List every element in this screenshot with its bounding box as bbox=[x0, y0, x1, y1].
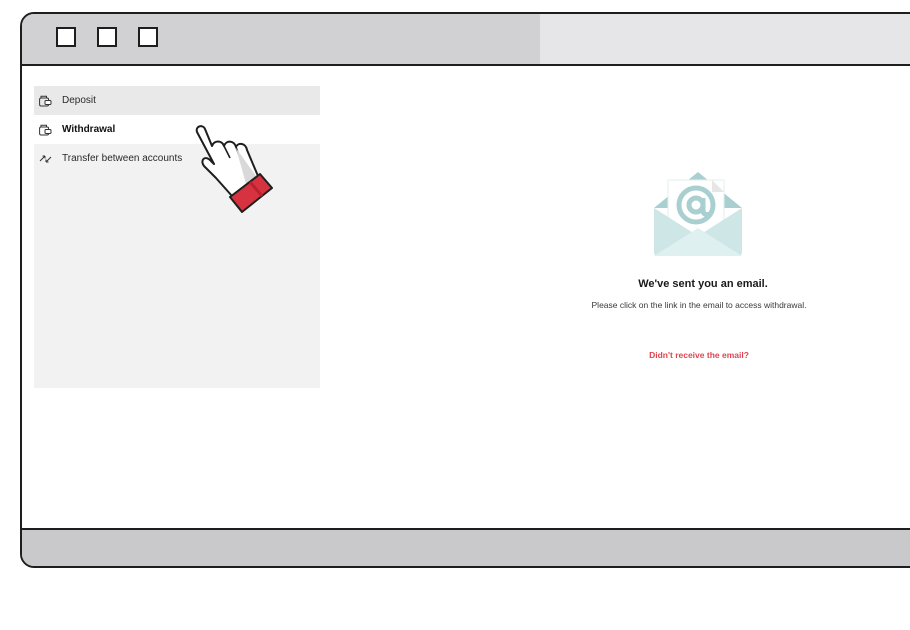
address-area bbox=[540, 14, 910, 64]
confirmation-subtitle: Please click on the link in the email to… bbox=[591, 300, 807, 310]
window-button-2[interactable] bbox=[97, 27, 117, 47]
sidebar-item-label: Deposit bbox=[62, 95, 96, 106]
main-content: We've sent you an email. Please click on… bbox=[320, 66, 910, 528]
window-button-1[interactable] bbox=[56, 27, 76, 47]
pointing-hand-cursor-icon bbox=[195, 125, 273, 213]
status-bar bbox=[22, 528, 910, 566]
confirmation-title: We've sent you an email. bbox=[638, 278, 768, 290]
transfer-arrows-icon bbox=[38, 152, 52, 166]
sidebar-item-deposit[interactable]: Deposit bbox=[34, 86, 320, 115]
title-bar bbox=[22, 14, 910, 66]
wallet-icon bbox=[38, 123, 52, 137]
resend-email-link[interactable]: Didn't receive the email? bbox=[320, 350, 910, 360]
sidebar-item-label: Transfer between accounts bbox=[62, 153, 183, 164]
wallet-icon bbox=[38, 94, 52, 108]
browser-window: Deposit Withdrawal Transfer between acco… bbox=[20, 12, 910, 568]
sidebar-item-label: Withdrawal bbox=[62, 124, 116, 135]
window-button-3[interactable] bbox=[138, 27, 158, 47]
email-envelope-icon bbox=[654, 172, 742, 256]
